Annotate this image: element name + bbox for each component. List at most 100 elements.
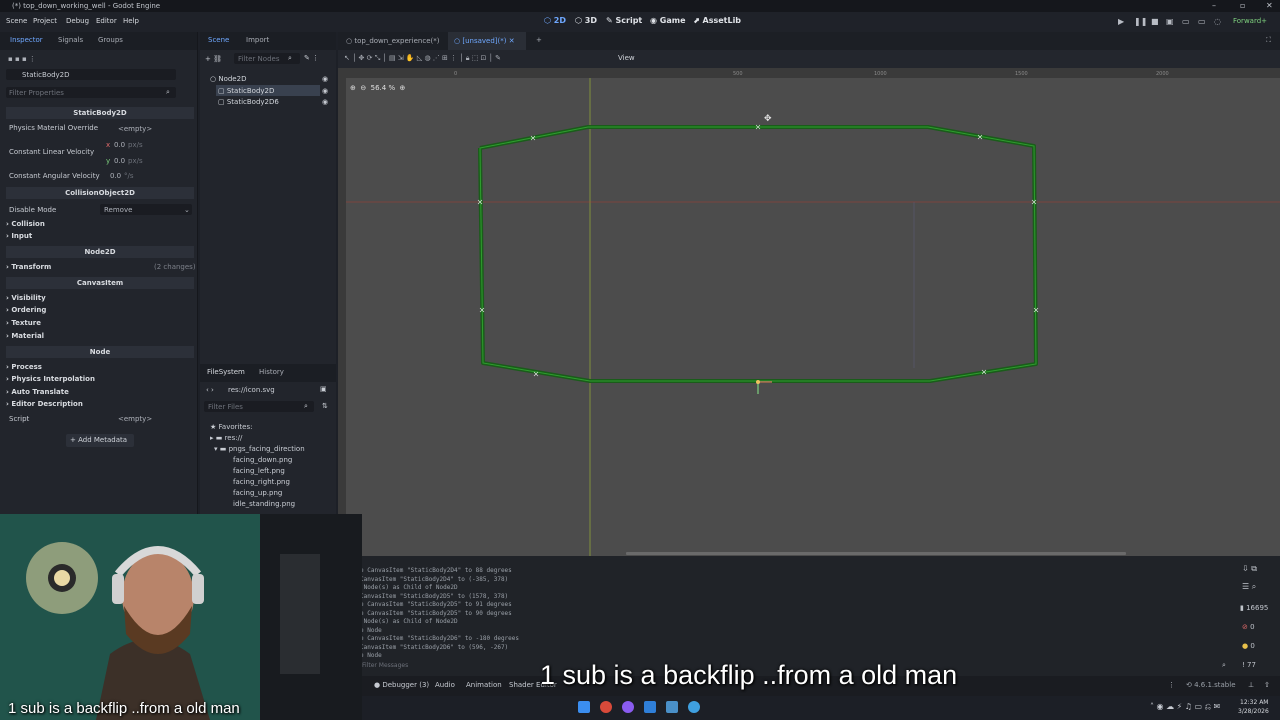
add-node-icon[interactable]: + ⛓ bbox=[205, 55, 222, 63]
favorites-label[interactable]: ★ Favorites: bbox=[210, 423, 253, 431]
movie-icon[interactable]: ◌ bbox=[1214, 17, 1221, 26]
nav-arrows-icon[interactable]: ‹ › bbox=[206, 386, 214, 394]
file-item[interactable]: facing_up.png bbox=[233, 489, 282, 497]
clear-output-icon[interactable]: ⇩ ⧉ bbox=[1242, 564, 1257, 574]
group-ordering[interactable]: › Ordering bbox=[6, 306, 46, 314]
file-item[interactable]: idle_standing.png bbox=[233, 500, 295, 508]
group-visibility[interactable]: › Visibility bbox=[6, 294, 46, 302]
group-input[interactable]: › Input bbox=[6, 232, 32, 240]
physics-material-value[interactable]: <empty> bbox=[118, 125, 152, 133]
tree-node-staticbody2d[interactable]: ▢ StaticBody2D bbox=[218, 87, 274, 95]
pause-icon[interactable]: ❚❚ bbox=[1134, 17, 1147, 26]
filter-output-icon[interactable]: ☰ ⌕ bbox=[1242, 582, 1256, 592]
start-icon[interactable] bbox=[578, 701, 590, 713]
tab-audio[interactable]: Audio bbox=[435, 681, 455, 689]
info-count[interactable]: ! 77 bbox=[1242, 661, 1256, 669]
sort-icon[interactable]: ⇅ bbox=[322, 402, 328, 410]
tab-inspector[interactable]: Inspector bbox=[10, 36, 43, 44]
renderer-select[interactable]: Forward+ bbox=[1233, 17, 1267, 25]
group-transform[interactable]: › Transform bbox=[6, 263, 51, 271]
move-cursor-icon: ✥ bbox=[764, 114, 772, 124]
menu-help[interactable]: Help bbox=[123, 17, 139, 25]
warning-count[interactable]: ● 0 bbox=[1242, 642, 1255, 650]
group-physics-interpolation[interactable]: › Physics Interpolation bbox=[6, 375, 95, 383]
message-count[interactable]: ▮ 16695 bbox=[1240, 604, 1268, 612]
file-item[interactable]: facing_left.png bbox=[233, 467, 285, 475]
workspace-game[interactable]: ◉ Game bbox=[650, 16, 686, 25]
tab-debugger[interactable]: ● Debugger (3) bbox=[374, 681, 429, 689]
view-menu[interactable]: View bbox=[618, 54, 635, 62]
tab-signals[interactable]: Signals bbox=[58, 36, 83, 44]
new-resource-icon[interactable]: ▪ ▪ ▪ ⋮ bbox=[8, 55, 36, 63]
visibility-eye-icon[interactable]: ◉ bbox=[322, 75, 328, 83]
minimize-icon[interactable]: – bbox=[1212, 0, 1216, 12]
group-process[interactable]: › Process bbox=[6, 363, 42, 371]
scene-tab-unsaved[interactable]: ○ [unsaved](*) ✕ bbox=[454, 37, 515, 45]
angular-velocity-field[interactable]: 0.0 bbox=[110, 172, 121, 180]
group-collision[interactable]: › Collision bbox=[6, 220, 45, 228]
chat-icon[interactable] bbox=[622, 701, 634, 713]
script-value[interactable]: <empty> bbox=[118, 415, 152, 423]
menu-project[interactable]: Project bbox=[33, 17, 57, 25]
file-item[interactable]: facing_right.png bbox=[233, 478, 290, 486]
linear-y-field[interactable]: 0.0 bbox=[114, 157, 125, 165]
folder-root[interactable]: ▸ ▬ res:// bbox=[210, 434, 242, 442]
tab-history[interactable]: History bbox=[259, 368, 284, 376]
group-editor-description-label: Editor Description bbox=[11, 400, 83, 408]
pin-icon[interactable]: ⊥ bbox=[1248, 681, 1254, 689]
add-tab-icon[interactable]: + bbox=[536, 36, 542, 44]
browser-icon[interactable] bbox=[600, 701, 612, 713]
menu-scene[interactable]: Scene bbox=[6, 17, 27, 25]
expand-panel-icon[interactable]: ⇧ bbox=[1264, 681, 1270, 689]
file-item[interactable]: facing_down.png bbox=[233, 456, 292, 464]
distraction-free-icon[interactable]: ⛶ bbox=[1266, 36, 1271, 45]
select-tool-icon[interactable]: ↖ │ ✥ ⟳ ⤡ │ ▤ ⇲ ✋ ◺ ◍ ⋰ ⊞ ⋮ │ 🔒︎ ⬚ ⊡ │ ✎ bbox=[344, 54, 501, 63]
script-attach-icon[interactable]: ✎ ⋮ bbox=[304, 54, 319, 62]
linear-x-field[interactable]: 0.0 bbox=[114, 141, 125, 149]
tree-node-node2d[interactable]: ○ Node2D bbox=[210, 75, 246, 83]
filter-messages-placeholder[interactable]: Filter Messages bbox=[362, 662, 408, 669]
workspace-script[interactable]: ✎ Script bbox=[606, 16, 642, 25]
scene-tab-top-down-experience[interactable]: ○ top_down_experience(*) bbox=[346, 37, 439, 45]
workspace-assetlib[interactable]: ⬈ AssetLib bbox=[693, 16, 741, 25]
filesystem-path[interactable]: res://icon.svg bbox=[228, 386, 275, 394]
close-icon[interactable]: ✕ bbox=[1266, 0, 1273, 12]
group-auto-translate[interactable]: › Auto Translate bbox=[6, 388, 69, 396]
more-icon[interactable]: ⋮ bbox=[1168, 681, 1175, 689]
group-editor-description[interactable]: › Editor Description bbox=[6, 400, 83, 408]
stop-icon[interactable]: ■ bbox=[1151, 17, 1159, 26]
workspace-3d[interactable]: ⬡ 3D bbox=[575, 16, 597, 25]
tree-node-staticbody2d6[interactable]: ▢ StaticBody2D6 bbox=[218, 98, 279, 106]
collision-polygon[interactable] bbox=[478, 125, 1038, 383]
canvas-viewport[interactable]: 0 500 1000 1500 2000 ✥ ⊕ ⊖ 56.4 % ⊕ bbox=[338, 68, 1280, 556]
group-texture[interactable]: › Texture bbox=[6, 319, 41, 327]
shape-handles[interactable] bbox=[477, 124, 1039, 377]
remote-debug-icon[interactable]: ▣ bbox=[1166, 17, 1174, 26]
tab-import[interactable]: Import bbox=[246, 36, 269, 44]
godot-icon[interactable] bbox=[688, 701, 700, 713]
play-custom-icon[interactable]: ▭ bbox=[1198, 17, 1206, 26]
clock-date: 3/28/2026 bbox=[1238, 708, 1269, 715]
move-gizmo[interactable] bbox=[756, 380, 772, 394]
tab-filesystem[interactable]: FileSystem bbox=[207, 368, 245, 376]
error-count[interactable]: ⊘ 0 bbox=[1242, 623, 1255, 631]
zoom-controls[interactable]: ⊕ ⊖ 56.4 % ⊕ bbox=[350, 84, 405, 92]
menu-debug[interactable]: Debug bbox=[66, 17, 89, 25]
tab-animation[interactable]: Animation bbox=[466, 681, 502, 689]
visibility-eye-icon[interactable]: ◉ bbox=[322, 87, 328, 95]
visibility-eye-icon[interactable]: ◉ bbox=[322, 98, 328, 106]
folder-icon[interactable] bbox=[644, 701, 656, 713]
menu-editor[interactable]: Editor bbox=[96, 17, 117, 25]
workspace-2d[interactable]: ⬡ 2D bbox=[544, 16, 566, 25]
horizontal-scrollbar[interactable] bbox=[626, 552, 1126, 555]
tab-groups[interactable]: Groups bbox=[98, 36, 123, 44]
tray-icons[interactable]: ˄ ◉ ☁ ⚡ ♫ ▭ ⎌ ✉ bbox=[1150, 702, 1220, 712]
store-icon[interactable] bbox=[666, 701, 678, 713]
group-material[interactable]: › Material bbox=[6, 332, 44, 340]
folder-pngs[interactable]: ▾ ▬ pngs_facing_direction bbox=[214, 445, 305, 453]
maximize-icon[interactable]: ▫ bbox=[1240, 0, 1245, 12]
tab-scene[interactable]: Scene bbox=[208, 36, 229, 44]
play-icon[interactable]: ▶ bbox=[1118, 17, 1124, 26]
split-view-icon[interactable]: ▣ bbox=[320, 385, 327, 393]
play-scene-icon[interactable]: ▭ bbox=[1182, 17, 1190, 26]
